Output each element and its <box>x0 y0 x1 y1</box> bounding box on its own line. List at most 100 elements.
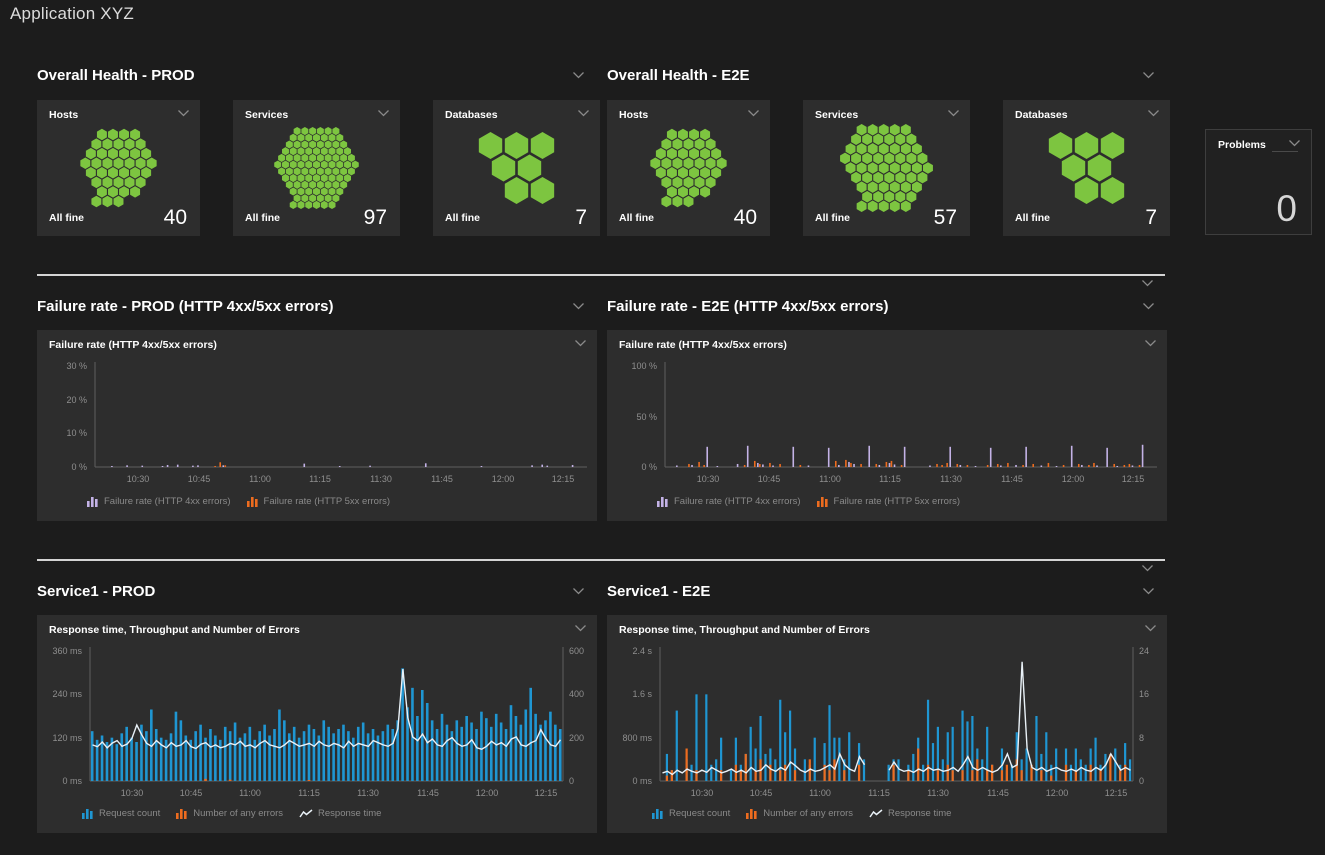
chevron-down-icon[interactable] <box>1288 139 1301 147</box>
legend-item[interactable]: Failure rate (HTTP 4xx errors) <box>87 495 231 507</box>
healthy-hexagon <box>344 147 351 155</box>
healthy-hexagon <box>873 134 883 145</box>
y-axis-label: 1.6 s <box>611 689 652 699</box>
chevron-down-icon[interactable] <box>1142 302 1155 310</box>
healthy-hexagon <box>290 201 297 209</box>
bar-chart-icon <box>87 495 99 507</box>
y-axis-label: 800 ms <box>611 733 652 743</box>
chart-plot[interactable] <box>37 330 597 471</box>
y-axis-label: 120 ms <box>41 733 82 743</box>
chart-plot[interactable] <box>607 615 1167 785</box>
chevron-down-icon[interactable] <box>1141 564 1154 572</box>
legend-item[interactable]: Request count <box>652 807 730 819</box>
healthy-hexagon <box>313 134 320 142</box>
healthy-hexagon <box>130 148 140 159</box>
healthy-hexagon <box>282 174 289 182</box>
healthy-hexagon <box>711 148 721 159</box>
y-axis-right-label: 24 <box>1139 646 1165 656</box>
legend-item[interactable]: Failure rate (HTTP 5xx errors) <box>247 495 391 507</box>
chevron-down-icon[interactable] <box>572 302 585 310</box>
healthy-hexagon <box>305 134 312 142</box>
line-series <box>663 662 1131 775</box>
healthy-hexagon <box>479 132 502 159</box>
x-axis-label: 12:15 <box>1111 474 1155 484</box>
legend-item[interactable]: Number of any errors <box>176 807 283 819</box>
legend-item[interactable]: Request count <box>82 807 160 819</box>
legend-item[interactable]: Response time <box>869 808 951 819</box>
chevron-down-icon[interactable] <box>1142 587 1155 595</box>
healthy-hexagon <box>313 187 320 195</box>
problems-tile[interactable]: Problems0 <box>1205 129 1312 235</box>
healthy-hexagon <box>108 186 118 197</box>
bar-series <box>111 463 573 467</box>
y-axis-right-label: 400 <box>569 689 595 699</box>
bar-chart-icon <box>87 495 99 507</box>
bar-chart-icon <box>652 807 664 819</box>
legend-item[interactable]: Failure rate (HTTP 4xx errors) <box>657 495 801 507</box>
section-title-service1-prod: Service1 - PROD <box>37 583 155 600</box>
x-axis-label: 11:45 <box>406 788 450 798</box>
healthy-hexagon <box>684 177 694 188</box>
healthy-hexagon <box>672 157 682 168</box>
healthy-hexagon <box>912 181 922 192</box>
chart-plot[interactable] <box>607 330 1167 471</box>
y-axis-label: 100 % <box>611 361 657 371</box>
healthy-hexagon <box>917 153 927 164</box>
healthy-hexagon <box>102 177 112 188</box>
chevron-down-icon[interactable] <box>572 71 585 79</box>
healthy-hexagon <box>672 138 682 149</box>
health-tile-prod-hosts[interactable]: HostsAll fine40 <box>37 100 200 236</box>
healthy-hexagon <box>141 167 151 178</box>
healthy-hexagon <box>332 154 339 162</box>
healthy-hexagon <box>689 186 699 197</box>
healthy-hexagon <box>868 143 878 154</box>
healthy-hexagon <box>857 181 867 192</box>
healthy-hexagon <box>348 167 355 175</box>
health-tile-e2e-services[interactable]: ServicesAll fine57 <box>803 100 970 236</box>
health-tile-e2e-databases[interactable]: DatabasesAll fine7 <box>1003 100 1170 236</box>
health-tile-prod-services[interactable]: ServicesAll fine97 <box>233 100 400 236</box>
healthy-hexagon <box>313 147 320 155</box>
service1-prod-chart-tile[interactable]: Response time, Throughput and Number of … <box>37 615 597 833</box>
healthy-hexagon <box>97 167 107 178</box>
healthy-hexagon <box>890 181 900 192</box>
healthy-hexagon <box>313 174 320 182</box>
failure-prod-chart-tile[interactable]: Failure rate (HTTP 4xx/5xx errors)30 %20… <box>37 330 597 521</box>
page-title: Application XYZ <box>10 4 134 24</box>
healthy-hexagon <box>294 167 301 175</box>
legend-item[interactable]: Response time <box>299 808 381 819</box>
healthy-hexagon <box>329 161 336 169</box>
tile-count: 7 <box>1145 206 1157 230</box>
healthy-hexagon <box>717 157 727 168</box>
health-tile-e2e-hosts[interactable]: HostsAll fine40 <box>607 100 770 236</box>
healthy-hexagon <box>840 153 850 164</box>
healthy-hexagon <box>317 167 324 175</box>
line-chart-icon <box>299 808 313 819</box>
healthy-hexagon <box>91 196 101 207</box>
service1-e2e-chart-tile[interactable]: Response time, Throughput and Number of … <box>607 615 1167 833</box>
healthy-hexagon <box>298 174 305 182</box>
healthy-hexagon <box>868 162 878 173</box>
healthy-hexagon <box>846 143 856 154</box>
tile-status-text: All fine <box>619 212 654 224</box>
healthy-hexagon <box>862 153 872 164</box>
healthy-hexagon <box>114 177 124 188</box>
health-tile-prod-databases[interactable]: DatabasesAll fine7 <box>433 100 600 236</box>
healthy-hexagon <box>114 196 124 207</box>
healthy-hexagon <box>282 147 289 155</box>
chevron-down-icon[interactable] <box>572 587 585 595</box>
chevron-down-icon[interactable] <box>1141 279 1154 287</box>
legend-label: Failure rate (HTTP 5xx errors) <box>264 496 391 507</box>
chevron-down-icon[interactable] <box>1142 71 1155 79</box>
y-axis-right-label: 0 <box>569 776 595 786</box>
tile-count: 40 <box>164 206 187 230</box>
failure-e2e-chart-tile[interactable]: Failure rate (HTTP 4xx/5xx errors)100 %5… <box>607 330 1167 521</box>
healthy-hexagon <box>706 138 716 149</box>
healthy-hexagon <box>119 148 129 159</box>
x-axis-label: 11:30 <box>359 474 403 484</box>
chart-plot[interactable] <box>37 615 597 785</box>
y-axis-label: 0 % <box>41 462 87 472</box>
legend-item[interactable]: Number of any errors <box>746 807 853 819</box>
legend-item[interactable]: Failure rate (HTTP 5xx errors) <box>817 495 961 507</box>
healthy-hexagon <box>868 181 878 192</box>
